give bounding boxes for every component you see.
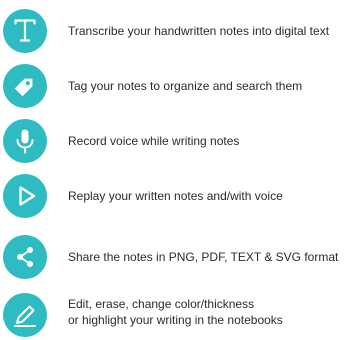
feature-text-edit-line-2: or highlight your writing in the noteboo…: [68, 313, 283, 327]
text-t-icon: [3, 9, 47, 53]
feature-text-edit-line-1: Edit, erase, change color/thickness: [68, 297, 255, 311]
play-icon: [3, 174, 47, 218]
feature-item-transcribe: Transcribe your handwritten notes into d…: [0, 9, 358, 55]
feature-item-replay: Replay your written notes and/with voice: [0, 174, 358, 220]
tag-icon: [3, 64, 47, 108]
feature-text-edit: Edit, erase, change color/thickness or h…: [68, 293, 358, 340]
feature-list: Transcribe your handwritten notes into d…: [0, 0, 358, 340]
feature-item-tag: Tag your notes to organize and search th…: [0, 64, 358, 110]
microphone-icon: [3, 119, 47, 163]
feature-text-share: Share the notes in PNG, PDF, TEXT & SVG …: [68, 250, 339, 264]
feature-item-edit: Edit, erase, change color/thickness or h…: [0, 293, 358, 339]
feature-text-transcribe: Transcribe your handwritten notes into d…: [68, 24, 330, 38]
feature-text-record: Record voice while writing notes: [68, 134, 240, 148]
feature-text-replay: Replay your written notes and/with voice: [68, 189, 283, 203]
share-icon: [3, 235, 47, 279]
feature-item-record: Record voice while writing notes: [0, 119, 358, 165]
pencil-edit-icon: [3, 293, 47, 337]
feature-text-tag: Tag your notes to organize and search th…: [68, 79, 303, 93]
feature-item-share: Share the notes in PNG, PDF, TEXT & SVG …: [0, 235, 358, 281]
